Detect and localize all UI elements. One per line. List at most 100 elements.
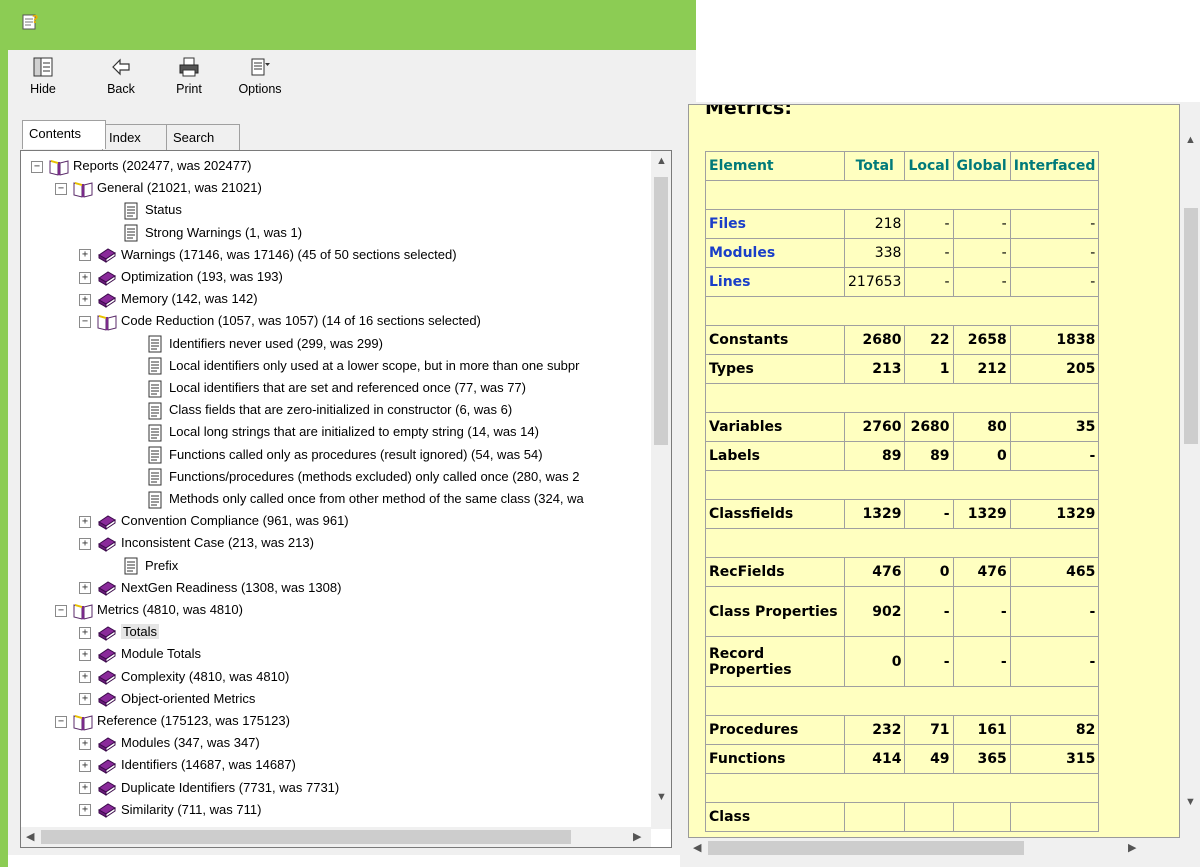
tree-item-label: Local identifiers that are set and refer… <box>169 380 526 395</box>
expand-icon[interactable]: + <box>79 537 91 550</box>
scroll-left-arrow-icon[interactable]: ◀ <box>26 830 34 843</box>
tree-item[interactable]: + Totals <box>79 621 159 643</box>
tree-item[interactable]: Functions/procedures (methods excluded) … <box>145 466 579 488</box>
expand-icon[interactable]: + <box>79 249 91 262</box>
tree-item[interactable]: Identifiers never used (299, was 299) <box>145 333 383 355</box>
value-cell-global: 0 <box>952 441 1011 471</box>
tree-horizontal-scrollbar[interactable]: ◀ ▶ <box>21 827 651 847</box>
scroll-down-arrow-icon[interactable]: ▼ <box>656 791 667 803</box>
expand-icon[interactable]: + <box>79 737 91 750</box>
topic-vertical-scrollbar[interactable]: ▲ ▼ <box>1182 104 1200 838</box>
expand-icon[interactable]: + <box>79 782 91 795</box>
scroll-right-arrow-icon[interactable]: ▶ <box>1128 841 1136 854</box>
collapse-icon[interactable]: − <box>79 315 91 328</box>
scroll-up-arrow-icon[interactable]: ▲ <box>1185 134 1196 146</box>
page-icon <box>148 380 162 398</box>
scroll-left-arrow-icon[interactable]: ◀ <box>693 841 701 854</box>
expand-icon[interactable]: + <box>79 626 91 639</box>
tree-item[interactable]: Prefix <box>121 555 178 577</box>
expand-icon[interactable]: + <box>79 515 91 528</box>
scroll-up-arrow-icon[interactable]: ▲ <box>656 155 667 167</box>
tree-item[interactable]: − Reference (175123, was 175123) <box>55 710 290 732</box>
value-cell-total: 1329 <box>843 499 906 529</box>
tree-item[interactable]: Strong Warnings (1, was 1) <box>121 222 302 244</box>
tree-item[interactable]: + Object-oriented Metrics <box>79 688 255 710</box>
tree-item[interactable]: + Module Totals <box>79 643 201 665</box>
print-button[interactable]: Print <box>164 56 214 106</box>
tree-item[interactable]: Local identifiers only used at a lower s… <box>145 355 579 377</box>
collapse-icon[interactable]: − <box>55 715 67 728</box>
expand-icon[interactable]: + <box>79 671 91 684</box>
tab-search[interactable]: Search <box>166 124 240 151</box>
tab-contents[interactable]: Contents <box>22 120 106 149</box>
tab-index[interactable]: Index <box>102 124 172 151</box>
hide-button[interactable]: Hide <box>18 56 68 106</box>
tree-item-label: Memory (142, was 142) <box>121 291 258 307</box>
value-cell-total: 476 <box>843 557 906 587</box>
expand-icon[interactable]: + <box>79 271 91 284</box>
expand-icon[interactable]: + <box>79 582 91 595</box>
tree-horizontal-scroll-thumb[interactable] <box>41 830 571 844</box>
value-cell-interfaced: - <box>1009 586 1100 637</box>
table-row: Labels 89 89 0- <box>705 441 1100 471</box>
tree-item[interactable]: Functions called only as procedures (res… <box>145 444 543 466</box>
expand-icon[interactable]: + <box>79 693 91 706</box>
tree-item[interactable]: Local identifiers that are set and refer… <box>145 377 526 399</box>
tree-item[interactable]: + Memory (142, was 142) <box>79 288 258 310</box>
tree-item[interactable]: − Code Reduction (1057, was 1057) (14 of … <box>79 310 481 332</box>
expand-icon[interactable]: + <box>79 293 91 306</box>
element-name-cell: Variables <box>705 412 845 442</box>
page-title: Metrics: <box>705 104 792 119</box>
collapse-icon[interactable]: − <box>31 160 43 173</box>
expand-icon[interactable]: + <box>79 759 91 772</box>
tree-vertical-scroll-thumb[interactable] <box>654 177 668 445</box>
value-cell-interfaced: 205 <box>1009 354 1100 384</box>
tree-item[interactable]: Methods only called once from other meth… <box>145 488 584 510</box>
scroll-down-arrow-icon[interactable]: ▼ <box>1185 796 1196 808</box>
tree-item[interactable]: + Duplicate Identifiers (7731, was 7731) <box>79 777 339 799</box>
expand-icon[interactable]: + <box>79 648 91 661</box>
element-name-cell[interactable]: Files <box>705 209 845 239</box>
options-button[interactable]: Options <box>228 56 292 106</box>
tree-item[interactable]: + Complexity (4810, was 4810) <box>79 666 289 688</box>
tree-item[interactable]: + Inconsistent Case (213, was 213) <box>79 532 314 554</box>
collapse-icon[interactable]: − <box>55 604 67 617</box>
value-cell-total: 232 <box>843 715 906 745</box>
value-cell-interfaced: - <box>1009 636 1100 687</box>
tree-vertical-scrollbar[interactable]: ▲ ▼ <box>651 151 671 829</box>
tree-item-label: Local identifiers only used at a lower s… <box>169 357 580 373</box>
tree-item[interactable]: + Convention Compliance (961, was 961) <box>79 510 349 532</box>
tree-item[interactable]: + Optimization (193, was 193) <box>79 266 283 288</box>
tree-item[interactable]: + Similarity (711, was 711) <box>79 799 261 821</box>
topic-horizontal-scrollbar[interactable]: ◀ ▶ <box>688 838 1182 858</box>
element-name-cell: Class Properties <box>705 586 845 637</box>
tree-item[interactable]: + Identifiers (14687, was 14687) <box>79 754 296 776</box>
table-row: Record Properties 0- - - <box>705 636 1100 687</box>
value-cell-local <box>904 802 954 832</box>
value-cell-global: 365 <box>952 744 1011 774</box>
tree-item[interactable]: Class fields that are zero-initialized i… <box>145 399 512 421</box>
collapse-icon[interactable]: − <box>55 182 67 195</box>
tree-item[interactable]: − Reports (202477, was 202477) <box>31 155 252 177</box>
tree-item[interactable]: + Warnings (17146, was 17146) (45 of 50 s… <box>79 244 457 266</box>
tree-item[interactable]: + NextGen Readiness (1308, was 1308) <box>79 577 341 599</box>
topic-vertical-scroll-thumb[interactable] <box>1184 208 1198 444</box>
back-button[interactable]: Back <box>96 56 146 106</box>
tree-item[interactable]: + Modules (347, was 347) <box>79 732 260 754</box>
topic-horizontal-scroll-thumb[interactable] <box>708 841 1024 855</box>
scroll-right-arrow-icon[interactable]: ▶ <box>633 830 641 843</box>
closed-book-icon <box>98 581 116 597</box>
value-cell-total: 0 <box>843 636 906 687</box>
tree-item[interactable]: − Metrics (4810, was 4810) <box>55 599 243 621</box>
expand-icon[interactable]: + <box>79 804 91 817</box>
tree-item[interactable]: Local long strings that are initialized … <box>145 421 539 443</box>
value-cell-total: 217653 <box>843 267 906 297</box>
tree-item[interactable]: − General (21021, was 21021) <box>55 177 262 199</box>
tree-item-label: Totals <box>121 624 159 640</box>
value-cell-total: 218 <box>843 209 906 239</box>
tree-item[interactable]: Status <box>121 199 182 221</box>
tree-item-label: Functions called only as procedures (res… <box>169 446 543 462</box>
tree-item-label: Convention Compliance (961, was 961) <box>121 513 349 529</box>
element-name-cell[interactable]: Lines <box>705 267 845 297</box>
element-name-cell[interactable]: Modules <box>705 238 845 268</box>
